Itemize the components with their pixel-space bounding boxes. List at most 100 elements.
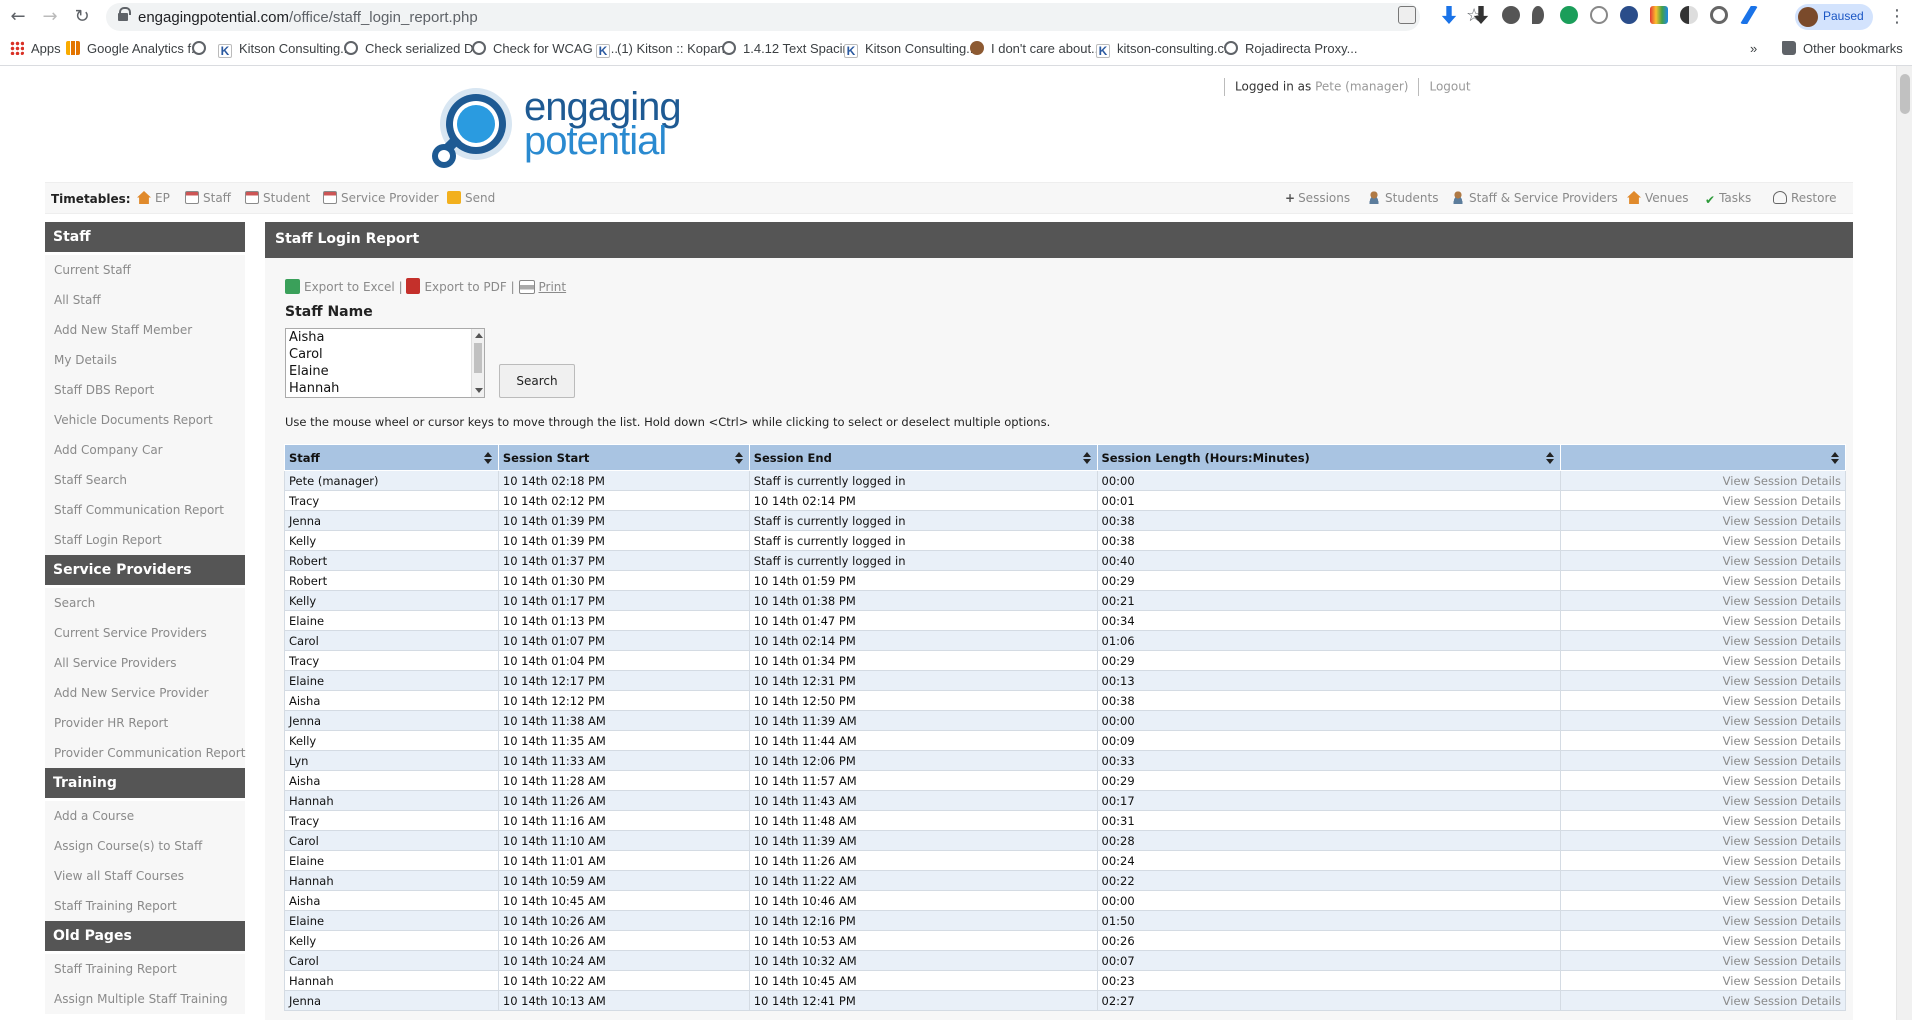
other-bookmarks[interactable]: Other bookmarks: [1782, 41, 1903, 57]
sidebar-item[interactable]: All Staff: [45, 285, 245, 315]
bookmark-item[interactable]: 1.4.12 Text Spacing: [722, 41, 857, 57]
column-header[interactable]: Staff: [284, 444, 499, 471]
bookmark-item[interactable]: Check serialized D...: [344, 41, 484, 57]
view-session-details-link[interactable]: View Session Details: [1560, 510, 1846, 531]
view-session-details-link[interactable]: View Session Details: [1560, 950, 1846, 971]
timetable-link-send[interactable]: Send: [447, 191, 495, 205]
sort-icon[interactable]: [1082, 452, 1091, 464]
column-header[interactable]: [1560, 444, 1846, 471]
extension-css-icon[interactable]: [1398, 6, 1416, 24]
sidebar-item[interactable]: Vehicle Documents Report: [45, 405, 245, 435]
nav-link-restore[interactable]: Restore: [1773, 191, 1837, 205]
nav-link-staff-service-providers[interactable]: Staff & Service Providers: [1451, 191, 1618, 205]
reload-icon[interactable]: ↻: [70, 5, 94, 29]
color-picker-icon[interactable]: [1650, 6, 1668, 24]
bookmark-item[interactable]: K (1) Kitson :: Kopan...: [596, 41, 736, 58]
dark-mode-icon[interactable]: [1680, 6, 1698, 24]
sidebar-item[interactable]: Current Service Providers: [45, 618, 245, 648]
view-session-details-link[interactable]: View Session Details: [1560, 890, 1846, 911]
timetable-link-ep[interactable]: EP: [137, 191, 170, 205]
page-scrollbar[interactable]: [1896, 66, 1912, 1020]
bookmark-item[interactable]: K Kitson Consulting...: [844, 41, 977, 58]
view-session-details-link[interactable]: View Session Details: [1560, 970, 1846, 991]
extension-chat-icon[interactable]: [1590, 6, 1608, 24]
view-session-details-link[interactable]: View Session Details: [1560, 670, 1846, 691]
view-session-details-link[interactable]: View Session Details: [1560, 710, 1846, 731]
view-session-details-link[interactable]: View Session Details: [1560, 770, 1846, 791]
sidebar-item[interactable]: Staff Training Report: [45, 954, 245, 984]
timetable-link-service-provider[interactable]: Service Provider: [323, 191, 439, 205]
back-arrow-icon[interactable]: ←: [6, 5, 30, 29]
timetable-link-staff[interactable]: Staff: [185, 191, 231, 205]
extension-gear-icon[interactable]: [1710, 6, 1728, 24]
staff-option[interactable]: Elaine: [286, 363, 484, 380]
sort-icon[interactable]: [483, 452, 492, 464]
nav-link-venues[interactable]: Venues: [1627, 191, 1689, 205]
sidebar-item[interactable]: Add New Service Provider: [45, 678, 245, 708]
forward-arrow-icon[interactable]: →: [38, 5, 62, 29]
view-session-details-link[interactable]: View Session Details: [1560, 850, 1846, 871]
view-session-details-link[interactable]: View Session Details: [1560, 470, 1846, 491]
staff-option[interactable]: Aisha: [286, 329, 484, 346]
engaging-potential-logo[interactable]: engaging potential: [424, 84, 704, 174]
extension-binoculars-icon[interactable]: [1502, 6, 1520, 24]
bookmark-item[interactable]: Kkitson-consulting.c...: [1096, 41, 1235, 58]
bookmark-item[interactable]: [192, 41, 213, 57]
bookmark-item[interactable]: Rojadirecta Proxy...: [1224, 41, 1357, 57]
extension-feather-icon[interactable]: [1740, 6, 1758, 24]
staff-option[interactable]: Carol: [286, 346, 484, 363]
address-bar[interactable]: engagingpotential.com/office/staff_login…: [106, 3, 1482, 31]
scroll-up-icon[interactable]: [475, 333, 483, 338]
sort-icon[interactable]: [1546, 452, 1555, 464]
sidebar-item[interactable]: Add New Staff Member: [45, 315, 245, 345]
view-session-details-link[interactable]: View Session Details: [1560, 870, 1846, 891]
sidebar-item[interactable]: Add a Course: [45, 801, 245, 831]
nav-link-sessions[interactable]: + Sessions: [1285, 191, 1350, 205]
column-header[interactable]: Session Length (Hours:Minutes): [1096, 444, 1562, 471]
scroll-down-icon[interactable]: [475, 388, 483, 393]
view-session-details-link[interactable]: View Session Details: [1560, 830, 1846, 851]
sidebar-item[interactable]: Provider Communication Report: [45, 738, 245, 768]
sidebar-item[interactable]: Staff DBS Report: [45, 375, 245, 405]
logout-link[interactable]: Logout: [1429, 80, 1470, 94]
extension-heart-icon[interactable]: [1620, 6, 1638, 24]
sidebar-item[interactable]: My Details: [45, 345, 245, 375]
location-pin-icon[interactable]: [1532, 6, 1544, 24]
view-session-details-link[interactable]: View Session Details: [1560, 930, 1846, 951]
sidebar-item[interactable]: Staff Communication Report: [45, 495, 245, 525]
bookmarks-overflow-icon[interactable]: »: [1750, 41, 1757, 57]
view-session-details-link[interactable]: View Session Details: [1560, 650, 1846, 671]
download-blue-icon[interactable]: [1441, 6, 1457, 24]
sidebar-item[interactable]: View all Staff Courses: [45, 861, 245, 891]
select-scrollbar[interactable]: [471, 329, 484, 397]
sidebar-item[interactable]: Provider HR Report: [45, 708, 245, 738]
bookmark-item[interactable]: I don't care about...: [970, 41, 1102, 57]
grammarly-icon[interactable]: [1560, 6, 1578, 24]
sidebar-item[interactable]: Assign Multiple Staff Training: [45, 984, 245, 1014]
view-session-details-link[interactable]: View Session Details: [1560, 630, 1846, 651]
sidebar-item[interactable]: Add Company Car: [45, 435, 245, 465]
export-excel-link[interactable]: Export to Excel: [285, 279, 395, 294]
search-button[interactable]: Search: [499, 364, 575, 398]
view-session-details-link[interactable]: View Session Details: [1560, 990, 1846, 1011]
sort-icon[interactable]: [734, 452, 743, 464]
timetable-link-student[interactable]: Student: [245, 191, 310, 205]
view-session-details-link[interactable]: View Session Details: [1560, 570, 1846, 591]
logged-in-user[interactable]: Pete (manager): [1315, 80, 1408, 94]
sidebar-item[interactable]: All Service Providers: [45, 648, 245, 678]
print-link[interactable]: Print: [518, 280, 566, 294]
sidebar-item[interactable]: Staff Training Report: [45, 891, 245, 921]
sidebar-item[interactable]: Assign Course(s) to Staff: [45, 831, 245, 861]
view-session-details-link[interactable]: View Session Details: [1560, 590, 1846, 611]
view-session-details-link[interactable]: View Session Details: [1560, 490, 1846, 511]
column-header[interactable]: Session End: [748, 444, 1098, 471]
scroll-thumb[interactable]: [474, 343, 482, 373]
view-session-details-link[interactable]: View Session Details: [1560, 690, 1846, 711]
staff-option[interactable]: Hannah: [286, 380, 484, 397]
nav-link-students[interactable]: Students: [1367, 191, 1439, 205]
view-session-details-link[interactable]: View Session Details: [1560, 610, 1846, 631]
page-scroll-thumb[interactable]: [1900, 74, 1910, 114]
profile-button[interactable]: Paused: [1795, 4, 1873, 30]
view-session-details-link[interactable]: View Session Details: [1560, 790, 1846, 811]
sidebar-item[interactable]: Staff Login Report: [45, 525, 245, 555]
